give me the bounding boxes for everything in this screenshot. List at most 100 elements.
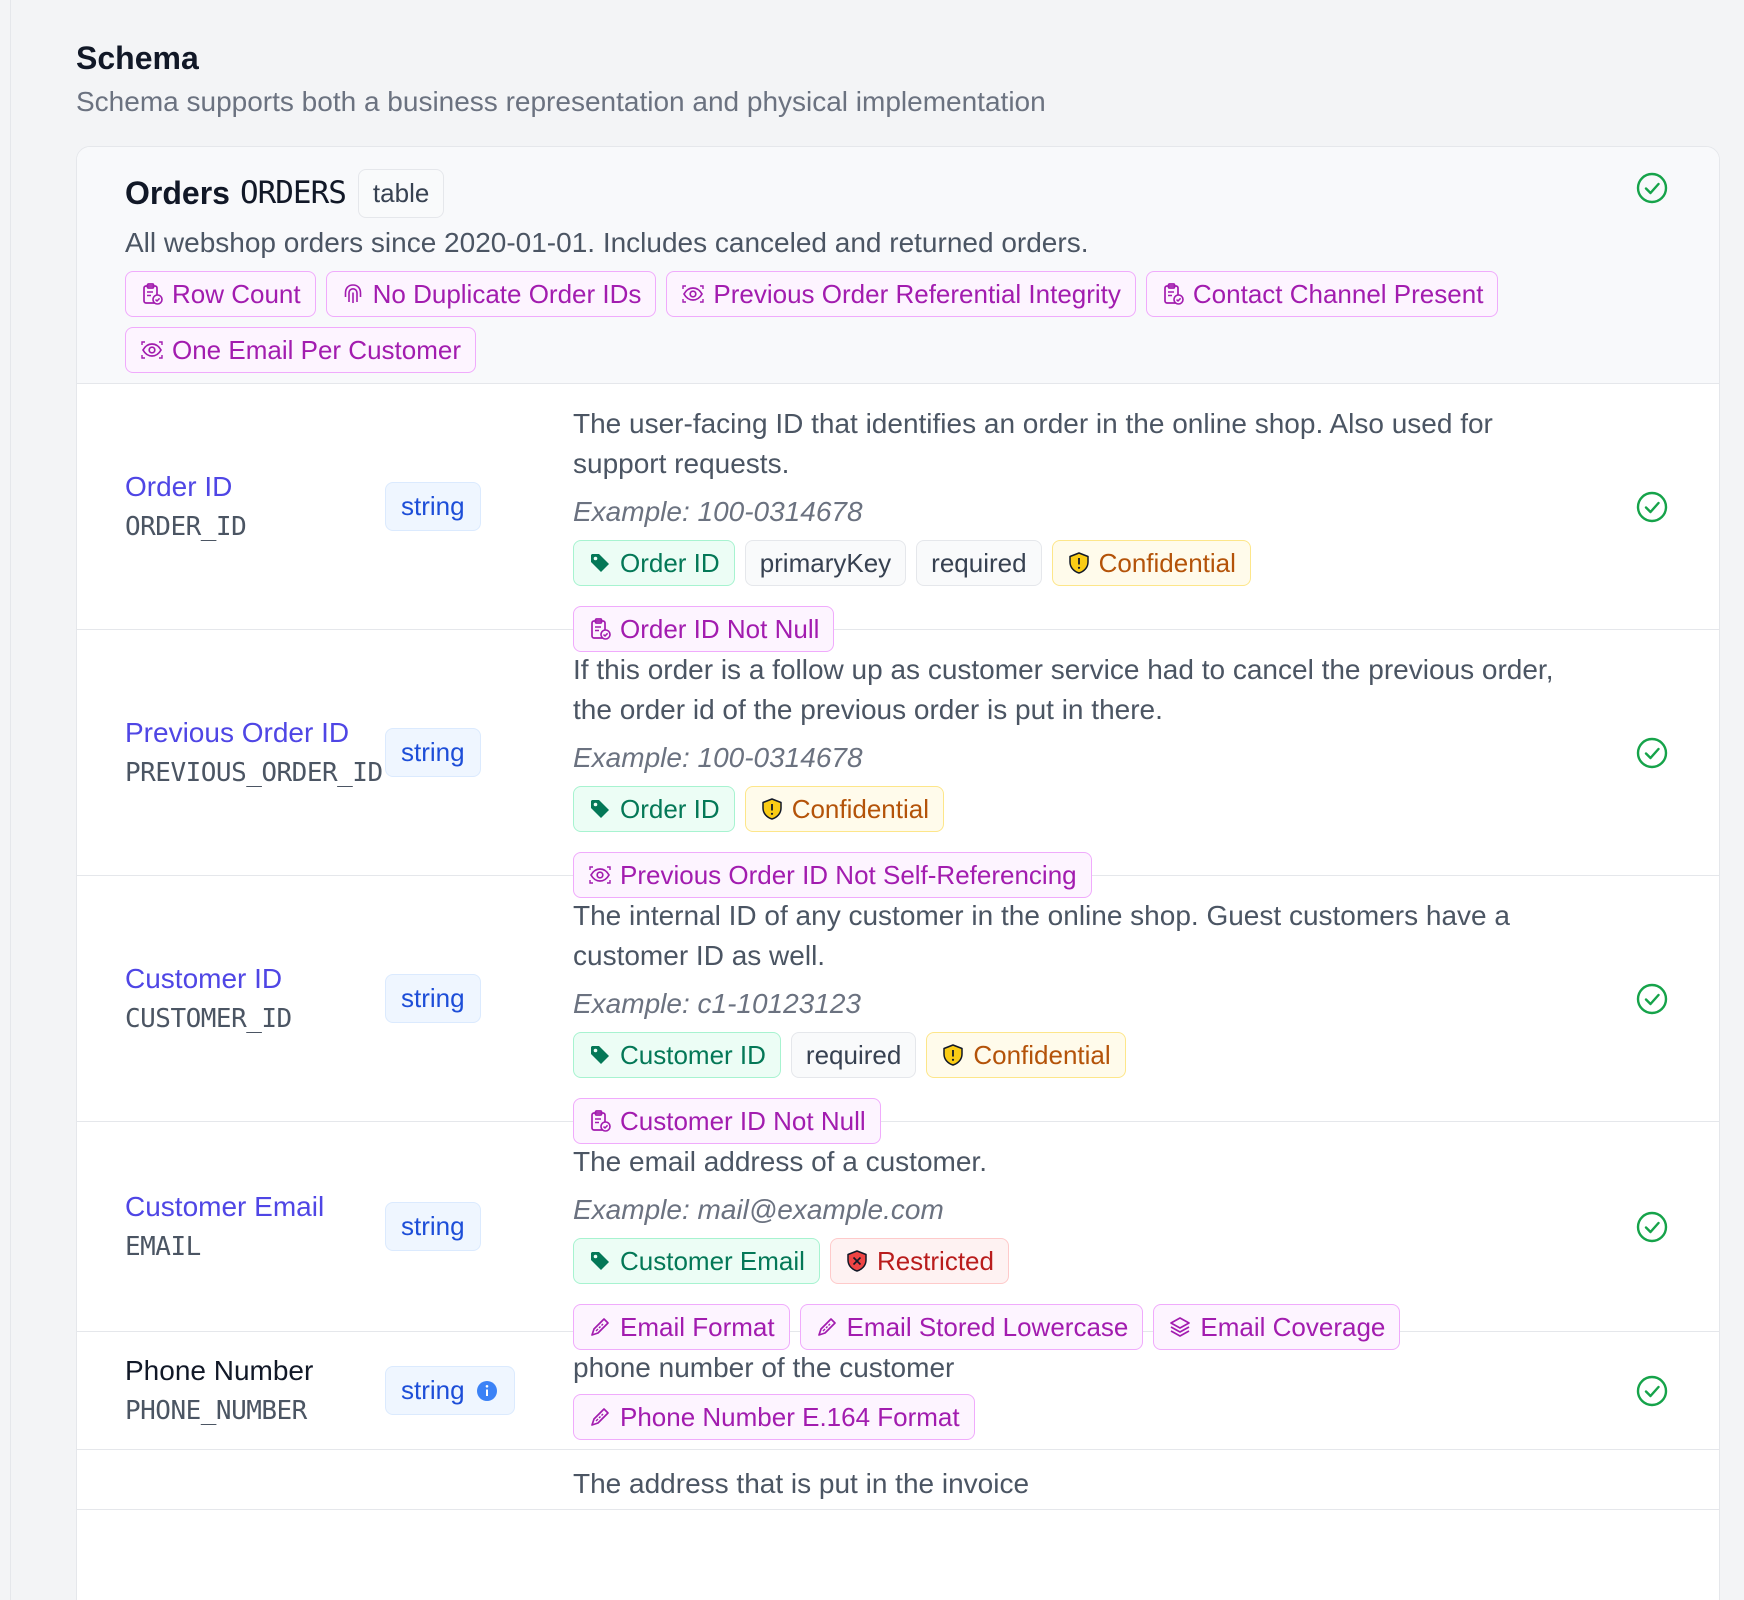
field-description: The email address of a customer. (573, 1146, 987, 1177)
data-type-label: string (401, 737, 465, 767)
eye-scan-icon (682, 285, 705, 303)
data-type-badge: string (385, 482, 481, 531)
field-example: Example: c1-10123123 (573, 988, 861, 1019)
business-term-badge[interactable]: Customer ID (573, 1032, 781, 1078)
field-name[interactable]: Order ID (125, 467, 385, 507)
field-physical-name: EMAIL (125, 1231, 201, 1262)
classification-badge-label: Confidential (973, 1039, 1111, 1070)
tag-icon (591, 554, 609, 572)
field-name: Phone Number (125, 1354, 314, 1386)
data-type-label: string (401, 983, 465, 1013)
quality-check-badge[interactable]: Phone Number E.164 Format (573, 1394, 975, 1440)
data-type-badge: string (385, 1366, 515, 1415)
field-type-cell: string (385, 384, 573, 629)
eye-scan-icon (141, 341, 163, 359)
field-type-cell: string (385, 1122, 573, 1331)
business-term-badge[interactable]: Order ID (573, 786, 735, 832)
field-description-cell: The user-facing ID that identifies an or… (573, 384, 1573, 652)
data-type-label: string (401, 1211, 465, 1241)
quality-check-badge[interactable]: Previous Order Referential Integrity (666, 271, 1136, 317)
field-name-cell (77, 1450, 385, 1509)
table-quality-checks: Row Count No Duplicate Order IDs Previous … (125, 271, 1545, 373)
field-row: Previous Order ID PREVIOUS_ORDER_ID string… (77, 630, 1719, 898)
field-name-cell: Previous Order ID PREVIOUS_ORDER_ID (77, 630, 385, 875)
classification-badge: Confidential (926, 1032, 1126, 1078)
classification-badge: Confidential (1051, 540, 1251, 586)
field-description-cell: If this order is a follow up as customer… (573, 630, 1573, 898)
business-term-badge[interactable]: Order ID (573, 540, 735, 586)
field-row: Customer Email EMAIL string The email addre… (77, 1122, 1719, 1350)
constraint-badge: primaryKey (744, 540, 907, 586)
data-type-badge: string (385, 1202, 481, 1251)
quality-check-badge[interactable]: No Duplicate Order IDs (325, 271, 657, 317)
shield-warning-icon (761, 798, 782, 820)
field-physical-name: PHONE_NUMBER (125, 1395, 307, 1426)
constraint-badge-label: primaryKey (759, 547, 892, 578)
classification-badge: Confidential (744, 786, 944, 832)
field-row: Phone Number PHONE_NUMBER string phone numb… (77, 1332, 1719, 1450)
info-icon[interactable] (475, 1379, 499, 1403)
business-term-badge-label: Customer ID (620, 1039, 766, 1070)
ruler-pen-icon (591, 1408, 609, 1426)
check-circle-icon (1636, 491, 1668, 523)
constraint-badge: required (916, 540, 1042, 586)
check-circle-icon (1636, 1375, 1668, 1407)
classification-badge-label: Confidential (791, 793, 929, 824)
shield-warning-icon (1068, 552, 1089, 574)
classification-badge-label: Restricted (876, 1245, 994, 1276)
field-name-cell: Customer ID CUSTOMER_ID (77, 876, 385, 1121)
quality-check-badge[interactable]: One Email Per Customer (125, 327, 476, 373)
quality-check-badge-label: Row Count (172, 278, 301, 309)
field-name-cell: Order ID ORDER_ID (77, 384, 385, 629)
business-term-badge-label: Order ID (620, 793, 720, 824)
business-term-badge[interactable]: Customer Email (573, 1238, 820, 1284)
field-example: Example: 100-0314678 (573, 496, 863, 527)
tag-icon (591, 1046, 609, 1064)
field-description: The address that is put in the invoice (573, 1468, 1030, 1499)
data-type-label: string (401, 491, 465, 521)
field-type-cell: string (385, 876, 573, 1121)
quality-check-badge[interactable]: Contact Channel Present (1145, 271, 1499, 317)
quality-check-badge-label: Phone Number E.164 Format (620, 1401, 960, 1432)
quality-check-badge-label: No Duplicate Order IDs (372, 278, 642, 309)
quality-check-badge-label: One Email Per Customer (172, 334, 461, 365)
field-description: phone number of the customer (573, 1352, 955, 1383)
field-example: Example: mail@example.com (573, 1194, 944, 1225)
field-row: The address that is put in the invoice (77, 1450, 1719, 1510)
field-type-cell: string (385, 630, 573, 875)
field-description-cell: phone number of the customer Phone Number… (573, 1332, 1573, 1449)
constraint-badge: required (790, 1032, 917, 1078)
table-header: Orders ORDERS table All webshop orders s… (77, 147, 1719, 384)
table-physical-name: ORDERS (239, 175, 347, 211)
field-name[interactable]: Customer ID (125, 959, 385, 999)
check-circle-icon (1636, 1211, 1668, 1243)
field-example: Example: 100-0314678 (573, 742, 863, 773)
field-description-cell: The internal ID of any customer in the o… (573, 876, 1573, 1144)
clipboard-check-icon (1164, 283, 1184, 305)
section-subtitle: Schema supports both a business represen… (76, 86, 1046, 117)
classification-badge: Restricted (829, 1238, 1009, 1284)
field-name[interactable]: Previous Order ID (125, 713, 385, 753)
field-description: If this order is a follow up as customer… (573, 654, 1554, 725)
field-name[interactable]: Customer Email (125, 1187, 385, 1227)
left-border (0, 0, 11, 1600)
field-description: The user-facing ID that identifies an or… (573, 408, 1493, 479)
business-term-badge-label: Customer Email (620, 1245, 805, 1276)
quality-check-badge[interactable]: Row Count (125, 271, 316, 317)
shield-warning-icon (943, 1044, 964, 1066)
data-type-badge: string (385, 728, 481, 777)
field-physical-name: CUSTOMER_ID (125, 1003, 292, 1034)
constraint-badge-label: required (805, 1039, 902, 1070)
data-type-label: string (401, 1375, 465, 1405)
tag-icon (591, 1252, 609, 1270)
constraint-badge-label: required (931, 547, 1027, 578)
field-type-cell (385, 1450, 573, 1509)
clipboard-check-icon (143, 283, 163, 305)
field-description-cell: The email address of a customer. Example:… (573, 1122, 1573, 1350)
table-description: All webshop orders since 2020-01-01. Inc… (125, 227, 1089, 258)
quality-check-badge-label: Contact Channel Present (1192, 278, 1484, 309)
check-circle-icon (1636, 172, 1668, 204)
field-physical-name: ORDER_ID (125, 511, 247, 542)
field-name-cell: Customer Email EMAIL (77, 1122, 385, 1331)
tag-icon (591, 800, 609, 818)
